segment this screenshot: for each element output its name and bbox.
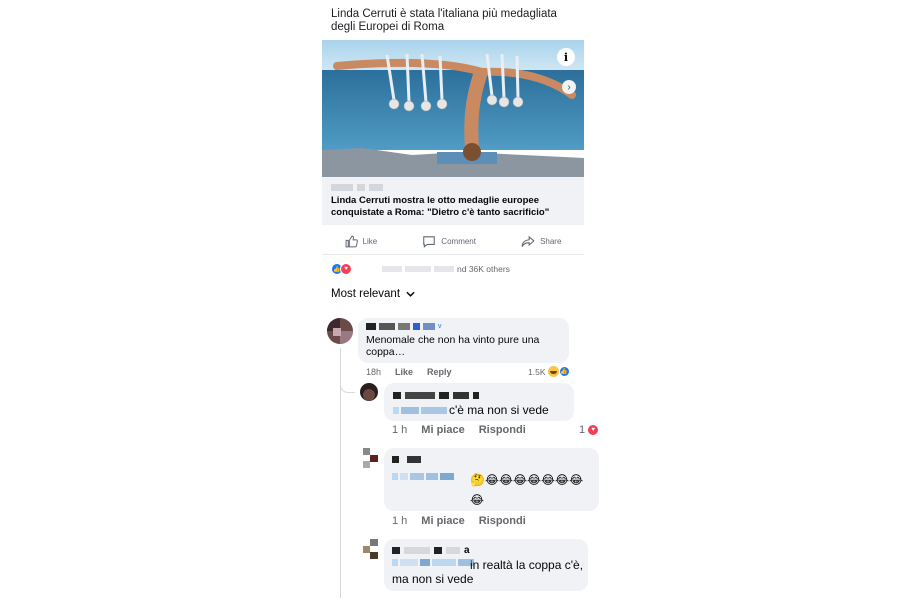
- avatar[interactable]: [363, 448, 378, 468]
- comment-text: in realtà la coppa c'è, ma non si vede: [392, 558, 584, 586]
- avatar[interactable]: [363, 539, 378, 559]
- comment-like-button[interactable]: Like: [395, 367, 413, 377]
- link-title: Linda Cerruti mostra le otto medaglie eu…: [331, 195, 550, 218]
- reaction-count[interactable]: 1 ♥: [579, 424, 600, 436]
- comment-reply-button[interactable]: Rispondi: [479, 424, 526, 436]
- share-icon: [521, 235, 535, 247]
- comment-bubble: a in realtà la coppa c'è, ma non si vede: [384, 539, 588, 591]
- comment-text-line: c'è ma non si vede: [393, 403, 549, 417]
- chevron-down-icon: [406, 291, 415, 297]
- commenter-name-redacted[interactable]: v: [366, 323, 442, 330]
- comment-icon: [423, 235, 436, 248]
- comment-bubble: 🤔😂😂😂😂😂😂😂😂: [384, 448, 599, 511]
- thread-branch: [340, 378, 355, 393]
- like-button[interactable]: Like: [345, 235, 378, 248]
- link-preview[interactable]: Linda Cerruti mostra le otto medaglie eu…: [322, 177, 584, 225]
- share-label: Share: [540, 236, 562, 246]
- reaction-count-text: 1.5K: [528, 366, 546, 377]
- love-icon: ♥: [587, 424, 600, 436]
- commenter-name-suffix: a: [464, 545, 470, 556]
- post-photo[interactable]: i ›: [322, 40, 584, 177]
- comment-text: c'è ma non si vede: [449, 403, 549, 417]
- link-domain-redacted: [331, 184, 383, 191]
- comment-button[interactable]: Comment: [422, 235, 476, 248]
- comment-emojis: 🤔😂😂😂😂😂😂😂😂: [470, 473, 584, 507]
- comment-meta: 1 h Mi piace Rispondi: [392, 424, 526, 436]
- post-actions-bar: Like Comment Share: [322, 228, 584, 255]
- comment-time[interactable]: 1 h: [392, 424, 407, 436]
- comment-like-button[interactable]: Mi piace: [421, 424, 464, 436]
- comment-time[interactable]: 18h: [366, 367, 381, 377]
- like-icon: 👍: [558, 366, 570, 377]
- comment-bubble: c'è ma non si vede: [384, 383, 574, 421]
- avatar[interactable]: [360, 383, 378, 401]
- reactor-names-redacted: [382, 266, 454, 272]
- thumbs-up-icon: [345, 235, 358, 247]
- sort-label: Most relevant: [331, 288, 401, 300]
- like-label: Like: [362, 236, 378, 246]
- comment-text-redacted: [392, 473, 454, 480]
- comment-meta: 1 h Mi piace Rispondi: [392, 515, 526, 527]
- reactions-text: nd 36K others: [457, 264, 510, 274]
- commenter-name-redacted[interactable]: [392, 456, 421, 463]
- info-icon[interactable]: i: [557, 48, 575, 66]
- avatar[interactable]: [327, 318, 353, 344]
- comment-text: Menomale che non ha vinto pure una coppa…: [366, 334, 540, 358]
- comment-reply-button[interactable]: Reply: [427, 367, 452, 377]
- commenter-name-redacted[interactable]: [393, 392, 479, 399]
- reactions-summary[interactable]: 👍 ♥ nd 36K others: [331, 263, 510, 275]
- comment-bubble: v Menomale che non ha vinto pure una cop…: [358, 318, 569, 363]
- reaction-count[interactable]: 1.5K 👍: [528, 366, 570, 377]
- chevron-right-icon[interactable]: ›: [562, 80, 576, 94]
- comment-meta: 18h Like Reply: [366, 367, 452, 377]
- reaction-count-text: 1: [579, 424, 586, 436]
- comment-sort[interactable]: Most relevant: [331, 288, 415, 300]
- comment-like-button[interactable]: Mi piace: [421, 515, 464, 527]
- love-icon: ♥: [340, 263, 352, 275]
- share-button[interactable]: Share: [521, 235, 561, 248]
- post-caption: Linda Cerruti è stata l'italiana più med…: [331, 8, 557, 33]
- comment-label: Comment: [441, 236, 476, 246]
- comment-time[interactable]: 1 h: [392, 515, 407, 527]
- comment-reply-button[interactable]: Rispondi: [479, 515, 526, 527]
- photo-illustration: [322, 40, 584, 177]
- commenter-name[interactable]: a: [392, 545, 470, 556]
- haha-icon: [547, 366, 559, 377]
